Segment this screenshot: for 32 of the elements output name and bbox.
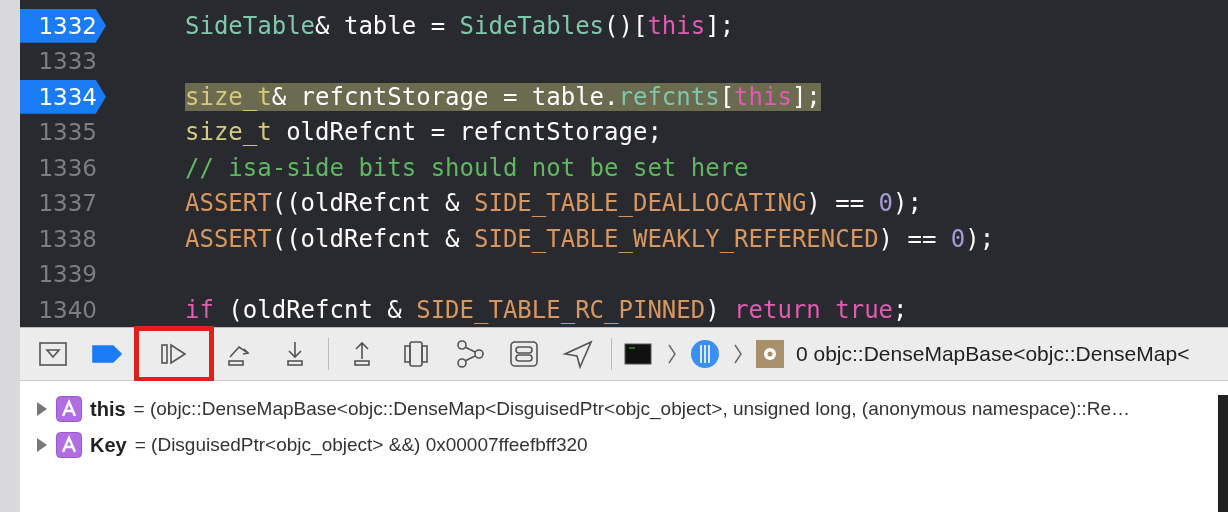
variable-name: this (90, 397, 126, 421)
variable-value: = (DisguisedPtr<objc_object> &&) 0x00007ffeefbff320 (134, 434, 588, 456)
line-number: 1340 (37, 296, 97, 323)
variable-type-icon (56, 396, 82, 422)
disclosure-triangle-icon[interactable] (36, 401, 48, 417)
variable-type-icon (56, 432, 82, 458)
line-number: 1336 (37, 154, 97, 181)
chevron-icon (666, 342, 678, 366)
location-icon (561, 339, 595, 369)
breakpoint-marker[interactable]: 1332 (20, 8, 106, 43)
code-line: // isa-side bits should not be set here (185, 153, 749, 182)
gear-icon (756, 340, 784, 368)
line-number: 1337 (37, 190, 97, 217)
breakpoint-marker[interactable]: 1334 (20, 79, 106, 114)
environment-icon (507, 339, 541, 369)
code-line: if (oldRefcnt & SIDE_TABLE_RC_PINNED) return true; (185, 295, 908, 324)
thread-icon (690, 339, 720, 369)
line-number: 1335 (37, 119, 97, 146)
stack-frame-label[interactable]: 0 objc::DenseMapBase<objc::DenseMap< (796, 342, 1190, 366)
code-line: ASSERT((oldRefcnt & SIDE_TABLE_WEAKLY_REFERENCED) == 0); (185, 224, 995, 253)
variable-value: = (objc::DenseMapBase<objc::DenseMap<DisguisedPtr<objc_object>, unsigned long, (anonymous namespace)::Re… (133, 398, 1131, 420)
line-number: 1339 (37, 261, 97, 288)
line-number: 1338 (37, 225, 97, 252)
code-line: size_t oldRefcnt = refcntStorage; (185, 118, 662, 147)
disclosure-triangle-icon[interactable] (36, 437, 48, 453)
variable-name: Key (90, 433, 127, 457)
code-line: ASSERT((oldRefcnt & SIDE_TABLE_DEALLOCATING) == 0); (185, 189, 922, 218)
code-line: SideTable& table = SideTables()[this]; (185, 11, 735, 40)
terminal-icon (624, 342, 654, 366)
chevron-icon (732, 342, 744, 366)
hide-icon (36, 339, 70, 369)
line-number: 1333 (37, 48, 97, 75)
